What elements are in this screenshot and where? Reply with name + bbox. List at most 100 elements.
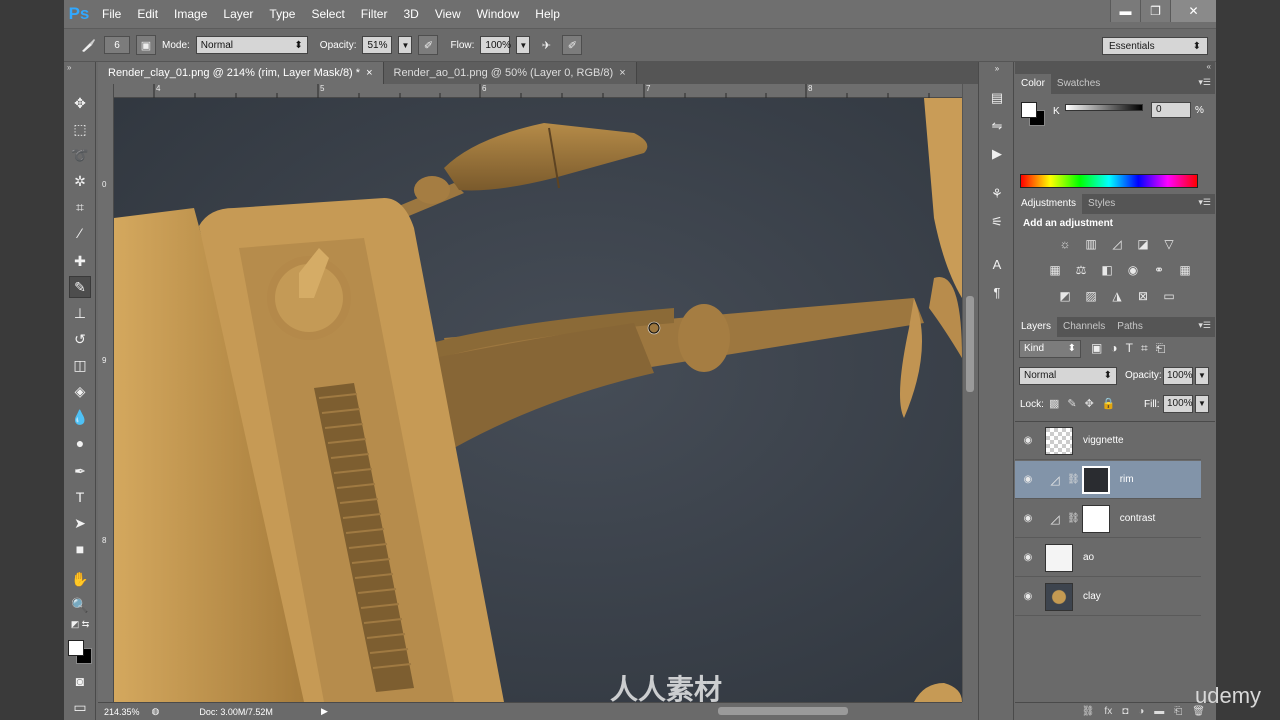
- tab-styles[interactable]: Styles: [1082, 194, 1121, 214]
- brush-panel-toggle-icon[interactable]: ▣: [136, 35, 156, 55]
- new-group-icon[interactable]: ▬: [1154, 706, 1164, 717]
- vibrance-icon[interactable]: ▽: [1159, 235, 1179, 253]
- dodge-tool-icon[interactable]: ●: [69, 432, 91, 454]
- move-tool-icon[interactable]: ✥: [69, 92, 91, 114]
- screen-mode-icon[interactable]: ▭: [69, 696, 91, 718]
- actions-panel-icon[interactable]: ▶: [987, 144, 1007, 164]
- k-value-input[interactable]: 0: [1151, 102, 1191, 118]
- marquee-tool-icon[interactable]: ⬚: [69, 118, 91, 140]
- tab-render-clay[interactable]: Render_clay_01.png @ 214% (rim, Layer Ma…: [98, 62, 384, 84]
- invert-icon[interactable]: ◩: [1055, 287, 1075, 305]
- eraser-tool-icon[interactable]: ◫: [69, 354, 91, 376]
- menu-window[interactable]: Window: [469, 0, 528, 28]
- airbrush-icon[interactable]: ✈: [536, 35, 556, 55]
- document-canvas[interactable]: [114, 98, 962, 702]
- visibility-eye-icon[interactable]: ◉: [1015, 513, 1041, 524]
- layer-opacity-input[interactable]: 100%: [1163, 367, 1193, 385]
- horizontal-scroll-thumb[interactable]: [718, 707, 848, 715]
- menu-3d[interactable]: 3D: [395, 0, 426, 28]
- close-tab-icon[interactable]: ×: [619, 67, 625, 79]
- lock-transparency-icon[interactable]: ▩: [1049, 397, 1059, 410]
- zoom-tool-icon[interactable]: 🔍: [69, 594, 91, 616]
- type-tool-icon[interactable]: T: [69, 486, 91, 508]
- menu-edit[interactable]: Edit: [129, 0, 166, 28]
- panel-menu-icon[interactable]: ▾☰: [1198, 77, 1211, 88]
- gradient-map-icon[interactable]: ▭: [1159, 287, 1179, 305]
- exposure-icon[interactable]: ◪: [1133, 235, 1153, 253]
- flow-dropdown-icon[interactable]: ▼: [516, 36, 531, 54]
- adjustment-filter-icon[interactable]: ◑: [1110, 341, 1117, 356]
- levels-icon[interactable]: ▥: [1081, 235, 1101, 253]
- hand-tool-icon[interactable]: ✋: [69, 568, 91, 590]
- lock-pixels-icon[interactable]: ✎: [1067, 397, 1076, 410]
- lock-position-icon[interactable]: ✥: [1085, 397, 1094, 410]
- opacity-dropdown-icon[interactable]: ▼: [1195, 367, 1209, 385]
- panel-menu-icon[interactable]: ▾☰: [1198, 320, 1211, 331]
- pressure-size-icon[interactable]: ✐: [562, 35, 583, 55]
- menu-view[interactable]: View: [427, 0, 469, 28]
- tools-collapse-icon[interactable]: »: [64, 62, 95, 74]
- character-panel-icon[interactable]: A: [987, 254, 1007, 274]
- tab-channels[interactable]: Channels: [1057, 317, 1111, 337]
- curves-icon[interactable]: ◿: [1107, 235, 1127, 253]
- k-slider[interactable]: [1065, 104, 1143, 111]
- layer-mask-thumbnail[interactable]: [1081, 504, 1110, 533]
- tab-layers[interactable]: Layers: [1015, 317, 1058, 337]
- paragraph-panel-icon[interactable]: ¶: [987, 282, 1007, 302]
- fill-input[interactable]: 100%: [1163, 395, 1193, 413]
- brush-tool-icon[interactable]: ✎: [69, 276, 91, 298]
- brightness-contrast-icon[interactable]: ☼: [1055, 235, 1075, 253]
- menu-filter[interactable]: Filter: [353, 0, 396, 28]
- eyedropper-tool-icon[interactable]: ⁄: [69, 222, 91, 244]
- color-lookup-icon[interactable]: ▦: [1175, 261, 1195, 279]
- rectangle-tool-icon[interactable]: ■: [69, 538, 91, 560]
- status-info-icon[interactable]: ◍: [152, 706, 160, 717]
- crop-tool-icon[interactable]: ⌗: [69, 196, 91, 218]
- properties-panel-icon[interactable]: ⇋: [987, 116, 1007, 136]
- status-menu-icon[interactable]: ▶: [321, 706, 328, 717]
- quick-mask-icon[interactable]: ◙: [69, 670, 91, 692]
- menu-help[interactable]: Help: [527, 0, 568, 28]
- ruler-vertical[interactable]: 0 9 8: [98, 84, 114, 702]
- visibility-eye-icon[interactable]: ◉: [1015, 591, 1041, 602]
- ruler-horizontal[interactable]: 4 5 6 7 8: [114, 84, 962, 98]
- layer-row-rim[interactable]: ◉ ◿ ⛓ rim: [1015, 461, 1201, 499]
- color-spectrum-ramp[interactable]: [1020, 174, 1198, 188]
- brush-panel-icon[interactable]: ⚘: [987, 184, 1007, 204]
- posterize-icon[interactable]: ▨: [1081, 287, 1101, 305]
- layer-filter-select[interactable]: Kind ⬍: [1019, 340, 1081, 358]
- close-tab-icon[interactable]: ×: [366, 67, 372, 79]
- flow-input[interactable]: 100%: [480, 36, 511, 54]
- menu-select[interactable]: Select: [303, 0, 352, 28]
- close-button[interactable]: ✕: [1170, 0, 1216, 22]
- blend-mode-select[interactable]: Normal ⬍: [1019, 367, 1117, 385]
- blur-tool-icon[interactable]: 💧: [69, 406, 91, 428]
- type-filter-icon[interactable]: T: [1126, 341, 1133, 356]
- brush-size-picker[interactable]: 6: [104, 36, 130, 54]
- brush-presets-icon[interactable]: ⚟: [987, 212, 1007, 232]
- hue-saturation-icon[interactable]: ▦: [1045, 261, 1065, 279]
- black-white-icon[interactable]: ◧: [1097, 261, 1117, 279]
- workspace-switcher[interactable]: Essentials ⬍: [1102, 37, 1208, 55]
- fill-dropdown-icon[interactable]: ▼: [1195, 395, 1209, 413]
- channel-mixer-icon[interactable]: ⚭: [1149, 261, 1169, 279]
- foreground-color-swatch[interactable]: [68, 640, 84, 656]
- path-selection-tool-icon[interactable]: ➤: [69, 512, 91, 534]
- new-adjustment-icon[interactable]: ◑: [1138, 706, 1144, 717]
- dock-collapse-icon[interactable]: »: [987, 62, 1007, 74]
- lasso-tool-icon[interactable]: ➰: [69, 144, 91, 166]
- pen-tool-icon[interactable]: ✒: [69, 460, 91, 482]
- opacity-dropdown-icon[interactable]: ▼: [398, 36, 413, 54]
- tab-render-ao[interactable]: Render_ao_01.png @ 50% (Layer 0, RGB/8) ×: [383, 62, 637, 84]
- menu-file[interactable]: File: [94, 0, 129, 28]
- clone-stamp-tool-icon[interactable]: ⊥: [69, 302, 91, 324]
- layer-row-viggnette[interactable]: ◉ viggnette: [1015, 422, 1201, 460]
- healing-brush-tool-icon[interactable]: ✚: [69, 250, 91, 272]
- pixel-filter-icon[interactable]: ▣: [1091, 341, 1102, 356]
- new-layer-icon[interactable]: ⎗: [1174, 706, 1182, 717]
- vertical-scrollbar[interactable]: [962, 84, 976, 702]
- menu-type[interactable]: Type: [261, 0, 303, 28]
- history-brush-tool-icon[interactable]: ↺: [69, 328, 91, 350]
- visibility-eye-icon[interactable]: ◉: [1015, 552, 1041, 563]
- layer-row-clay[interactable]: ◉ clay: [1015, 578, 1201, 616]
